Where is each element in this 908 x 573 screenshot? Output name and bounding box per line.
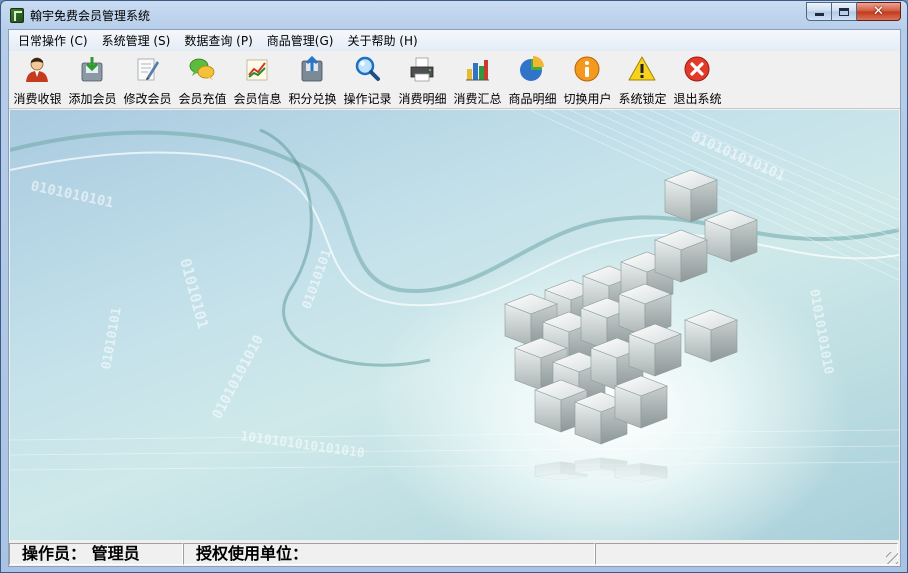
status-bar: 操作员： 管理员 授权使用单位： — [9, 542, 900, 566]
points-exchange-icon — [301, 55, 323, 82]
add-member-button[interactable]: 添加会员 — [65, 51, 120, 109]
minimize-button[interactable] — [806, 2, 832, 21]
menu-goods-management[interactable]: 商品管理(G) — [260, 30, 341, 51]
member-info-button[interactable]: 会员信息 — [230, 51, 285, 109]
consumption-summary-button[interactable]: 消费汇总 — [450, 51, 505, 109]
system-lock-label: 系统锁定 — [618, 92, 667, 106]
recharge-button[interactable]: 会员充值 — [175, 51, 230, 109]
recharge-chat-icon — [189, 58, 215, 80]
info-icon — [574, 56, 600, 82]
goods-detail-label: 商品明细 — [508, 92, 557, 106]
exit-system-label: 退出系统 — [673, 92, 722, 106]
menu-bar: 日常操作 (C) 系统管理 (S) 数据查询 (P) 商品管理(G) 关于帮助 … — [9, 30, 900, 51]
menu-help[interactable]: 关于帮助 (H) — [340, 30, 424, 51]
close-icon: ✕ — [873, 4, 884, 19]
resize-grip[interactable] — [886, 552, 898, 564]
close-button[interactable]: ✕ — [857, 2, 901, 21]
switch-user-button[interactable]: 切换用户 — [560, 51, 615, 109]
client-area: 日常操作 (C) 系统管理 (S) 数据查询 (P) 商品管理(G) 关于帮助 … — [8, 29, 901, 567]
svg-text:0101010101: 0101010101 — [29, 178, 115, 211]
cashier-label: 消费收银 — [13, 92, 62, 106]
add-member-label: 添加会员 — [68, 92, 117, 106]
goods-detail-button[interactable]: 商品明细 — [505, 51, 560, 109]
exit-system-button[interactable]: 退出系统 — [670, 51, 725, 109]
menu-daily-ops[interactable]: 日常操作 (C) — [11, 30, 95, 51]
minimize-icon — [814, 13, 824, 16]
app-window: 翰宇免费会员管理系统 ✕ 日常操作 (C) 系统管理 (S) 数据查询 (P) … — [0, 0, 908, 573]
maximize-button[interactable] — [832, 2, 857, 21]
system-lock-button[interactable]: 系统锁定 — [615, 51, 670, 109]
status-panel-empty — [595, 543, 898, 565]
consumption-summary-label: 消费汇总 — [453, 92, 502, 106]
consumption-detail-button[interactable]: 消费明细 — [395, 51, 450, 109]
member-info-label: 会员信息 — [233, 92, 282, 106]
svg-text:01010101: 01010101 — [176, 256, 212, 330]
title-bar[interactable]: 翰宇免费会员管理系统 ✕ — [1, 1, 907, 29]
background-artwork: 0101010101 01010101 01010101010 10101010… — [10, 110, 899, 482]
menu-system-management[interactable]: 系统管理 (S) — [95, 30, 178, 51]
operation-log-button[interactable]: 操作记录 — [340, 51, 395, 109]
recharge-label: 会员充值 — [178, 92, 227, 106]
warning-icon — [628, 56, 656, 81]
edit-member-button[interactable]: 修改会员 — [120, 51, 175, 109]
points-exchange-button[interactable]: 积分兑换 — [285, 51, 340, 109]
operation-log-label: 操作记录 — [343, 92, 392, 106]
svg-text:01010101: 01010101 — [99, 306, 125, 370]
pie-chart-icon — [520, 56, 544, 81]
member-info-chart-icon — [246, 59, 268, 81]
window-controls: ✕ — [806, 2, 901, 21]
edit-member-label: 修改会员 — [123, 92, 172, 106]
app-logo-icon[interactable] — [10, 8, 24, 23]
edit-member-icon — [137, 58, 159, 81]
search-magnifier-icon — [355, 56, 380, 81]
svg-text:01010101010: 01010101010 — [209, 333, 267, 422]
bar-chart-icon — [466, 60, 489, 81]
exit-close-icon — [684, 56, 710, 82]
points-exchange-label: 积分兑换 — [288, 92, 337, 106]
add-member-icon — [81, 57, 103, 82]
toolbar: 消费收银 添加会员 修改会员 会员充值 会员信息 积分兑换 操作记录 消费明细 … — [9, 51, 900, 109]
cashier-button[interactable]: 消费收银 — [10, 51, 65, 109]
window-title: 翰宇免费会员管理系统 — [30, 9, 151, 23]
main-background: 0101010101 01010101 01010101010 10101010… — [10, 110, 899, 540]
svg-text:01010101010: 01010101010 — [806, 288, 836, 376]
operator-status: 操作员： 管理员 — [9, 543, 183, 565]
licensee-status: 授权使用单位： — [183, 543, 595, 565]
cashier-person-icon — [26, 57, 48, 82]
switch-user-label: 切换用户 — [563, 92, 612, 106]
svg-text:1010101010101010: 1010101010101010 — [239, 429, 365, 461]
printer-icon — [410, 57, 434, 82]
maximize-icon — [839, 7, 849, 16]
menu-data-query[interactable]: 数据查询 (P) — [177, 30, 259, 51]
consumption-detail-label: 消费明细 — [398, 92, 447, 106]
